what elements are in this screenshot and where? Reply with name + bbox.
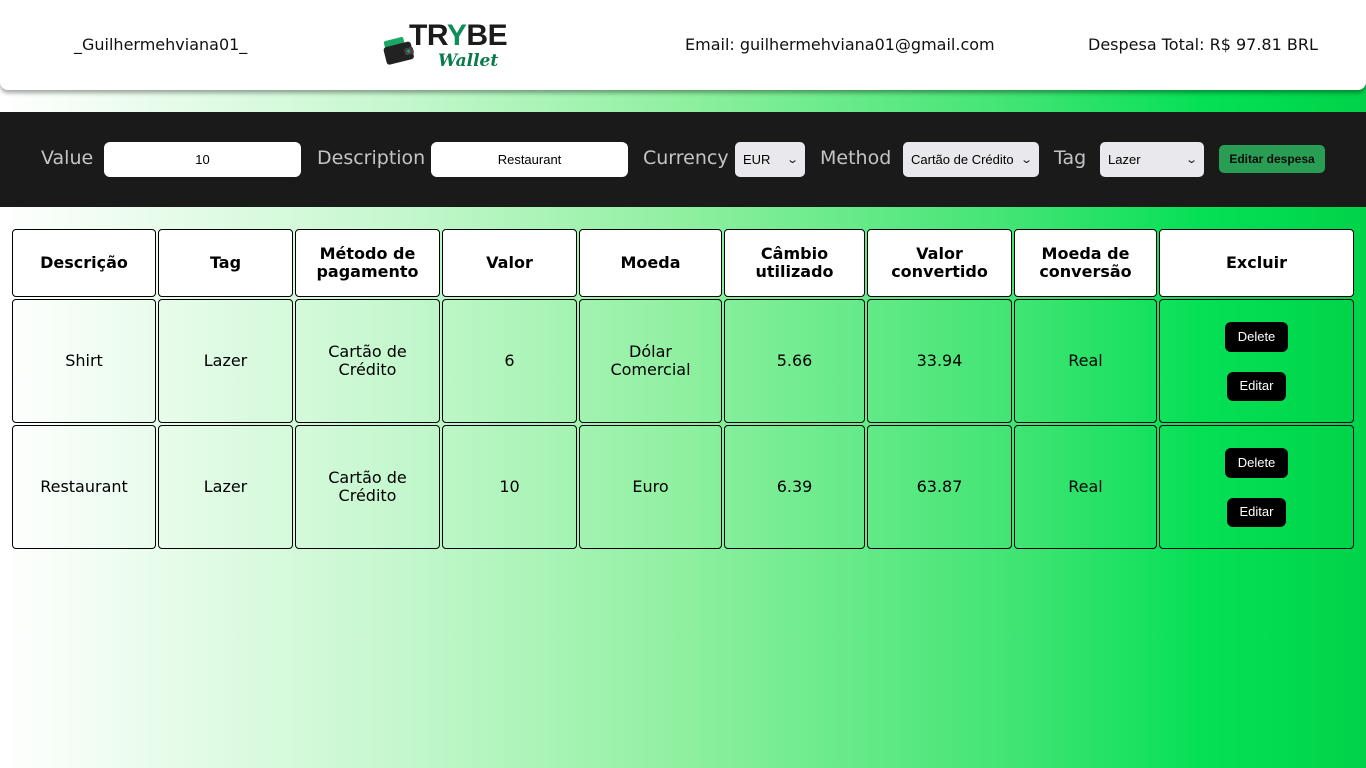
method-label: Method [820,147,892,169]
cell-currency: Dólar Comercial [579,299,722,423]
currency-select-value: EUR [743,152,771,167]
column-header: Moeda [579,229,722,297]
cell-converted-value: 33.94 [867,299,1012,423]
cell-tag: Lazer [158,299,293,423]
column-header: Câmbio utilizado [724,229,865,297]
column-header: Descrição [12,229,156,297]
column-header: Método de pagamento [295,229,440,297]
column-header: Valor [442,229,577,297]
tag-select[interactable]: Lazer ⌄ [1100,142,1204,177]
edit-button[interactable]: Editar [1227,371,1286,401]
delete-button[interactable]: Delete [1225,321,1288,352]
app-header: _Guilhermehviana01_ TRYBE Wallet Email: … [0,0,1366,90]
cell-value: 6 [442,299,577,423]
cell-conversion-currency: Real [1014,299,1157,423]
logo-subtitle: Wallet [438,51,499,71]
logo-wordmark: TRYBE [409,19,508,52]
tag-label: Tag [1054,147,1087,169]
cell-actions: Delete Editar [1159,425,1354,549]
edit-expense-button[interactable]: Editar despesa [1219,145,1325,173]
cell-currency: Euro [579,425,722,549]
cell-tag: Lazer [158,425,293,549]
cell-description: Shirt [12,299,156,423]
column-header: Moeda de conversão [1014,229,1157,297]
cell-method: Cartão de Crédito [295,299,440,423]
description-input[interactable] [431,142,628,177]
edit-button[interactable]: Editar [1227,497,1286,527]
expense-form: Value Description Currency EUR ⌄ Method … [0,112,1366,207]
chevron-down-icon: ⌄ [1019,154,1033,166]
method-select-value: Cartão de Crédito [911,152,1014,167]
method-select[interactable]: Cartão de Crédito ⌄ [903,142,1039,177]
logo-text-start: TR [409,19,447,52]
cell-conversion-currency: Real [1014,425,1157,549]
cell-value: 10 [442,425,577,549]
cell-exchange-rate: 6.39 [724,425,865,549]
column-header: Excluir [1159,229,1354,297]
trybe-wallet-logo: TRYBE Wallet [382,19,522,72]
tag-select-value: Lazer [1108,152,1141,167]
currency-select[interactable]: EUR ⌄ [735,142,805,177]
username: _Guilhermehviana01_ [74,35,248,54]
cell-converted-value: 63.87 [867,425,1012,549]
value-input[interactable] [104,142,301,177]
chevron-down-icon: ⌄ [785,154,799,166]
value-label: Value [41,147,94,169]
logo-text-y: Y [446,19,467,52]
user-email: Email: guilhermehviana01@gmail.com [685,35,995,54]
delete-button[interactable]: Delete [1225,447,1288,478]
chevron-down-icon: ⌄ [1184,154,1198,166]
cell-exchange-rate: 5.66 [724,299,865,423]
cell-method: Cartão de Crédito [295,425,440,549]
currency-label: Currency [643,147,729,169]
description-label: Description [317,147,426,169]
cell-actions: Delete Editar [1159,299,1354,423]
column-header: Valor convertido [867,229,1012,297]
column-header: Tag [158,229,293,297]
logo-text-end: BE [466,19,508,52]
total-expense: Despesa Total: R$ 97.81 BRL [1088,35,1318,54]
cell-description: Restaurant [12,425,156,549]
